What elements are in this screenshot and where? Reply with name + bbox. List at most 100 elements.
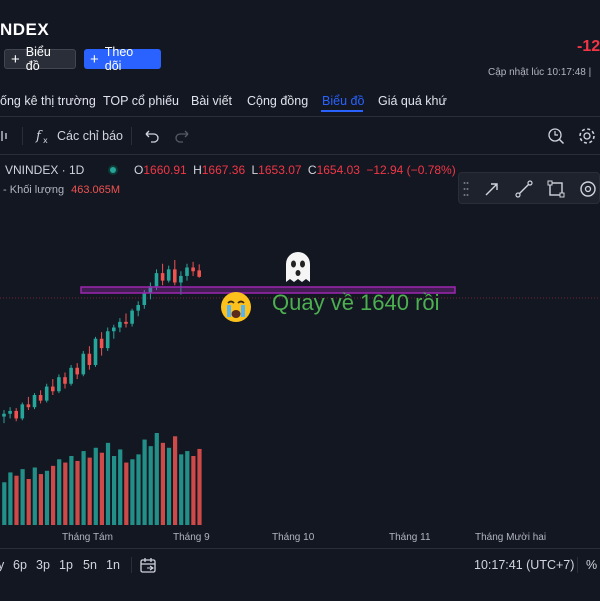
ghost-icon[interactable] [280,250,316,286]
follow-button[interactable]: + Theo dõi [84,45,161,73]
close-value: 1654.03 [316,163,360,177]
redo-icon[interactable] [174,128,192,144]
time-label: Tháng Mười hai [475,532,547,543]
rectangle-icon[interactable] [547,180,565,198]
candle-body [130,310,134,324]
page-title: NDEX [0,20,50,39]
range-1m[interactable]: 1p [59,558,73,572]
indicator-template-icon[interactable] [0,128,12,144]
bottom-divider [577,557,578,573]
range-1d[interactable]: 1n [106,558,120,572]
search-settings-icon[interactable] [546,126,566,146]
high-value: 1667.36 [201,163,246,177]
candle-body [2,413,6,417]
candle-body [57,377,61,392]
volume-bar [2,482,7,525]
volume-bar [51,465,56,525]
toolbar-divider [131,127,132,145]
volume-bar [148,446,153,525]
range-6m[interactable]: 6p [13,558,27,572]
tab-history-price[interactable]: Giá quá khứ [378,94,447,108]
volume-bar [160,442,165,525]
candle-body [75,367,79,375]
tab-posts[interactable]: Bài viết [191,94,232,108]
candle-body [14,410,18,419]
indicators-button[interactable]: Các chỉ báo [57,129,123,143]
eye-icon[interactable] [579,180,597,198]
candle-body [142,292,147,305]
chart-button-label: Biểu đồ [25,45,51,73]
range-5d[interactable]: 5n [83,558,97,572]
svg-text:f: f [35,129,43,144]
candle-body [197,270,201,277]
volume-bar [185,451,190,525]
candle-body [81,353,86,375]
active-tab-indicator [321,110,363,112]
chart-button[interactable]: + Biểu đồ [4,45,76,73]
chart-pane[interactable] [0,155,600,548]
tab-chart[interactable]: Biểu đồ [322,94,364,108]
drawing-toolbar [458,172,600,204]
plus-icon: + [11,50,20,68]
candle-body [93,338,98,365]
volume-bar [20,469,25,525]
candle-body [124,321,128,324]
candle-body [118,321,122,328]
candle-body [112,327,116,332]
function-icon[interactable]: f x [34,127,52,145]
time-axis[interactable]: Tháng Tám Tháng 9 Tháng 10 Tháng 11 Thán… [0,528,600,548]
tab-community[interactable]: Cộng đồng [247,94,308,108]
time-label: Tháng 11 [389,532,431,543]
annotation-text[interactable]: Quay về 1640 rồi [272,290,440,316]
follow-button-label: Theo dõi [104,45,134,73]
undo-icon[interactable] [142,128,160,144]
volume-bar [99,452,104,525]
clock: 10:17:41 (UTC+7) [474,558,575,572]
low-value: 1653.07 [258,163,302,177]
candle-body [69,367,73,384]
gear-icon[interactable] [577,126,597,146]
range-3m[interactable]: 3p [36,558,50,572]
candle-body [99,338,104,349]
open-value: 1660.91 [143,163,187,177]
volume-bar [130,459,135,525]
candle-body [87,353,92,365]
candle-body [20,404,25,419]
tab-market-stats[interactable]: ống kê thị trường [0,94,96,108]
volume-bar [38,474,43,525]
volume-bar [112,456,117,525]
range-all[interactable]: y [0,558,4,572]
updated-time: Cập nhật lúc 10:17:48 | [488,67,592,78]
line-icon[interactable] [515,180,533,198]
candle-body [160,273,165,281]
volume-bar [191,456,196,525]
drag-handle-icon[interactable] [463,180,469,198]
bottom-bar [0,548,600,601]
tab-top-stocks[interactable]: TOP cổ phiếu [103,94,179,108]
legend-symbol[interactable]: VNINDEX · 1D [5,163,84,177]
volume-bar [118,449,123,525]
volume-bar [197,448,202,525]
candle-body [179,275,183,283]
volume-bar [179,454,184,525]
calendar-icon[interactable] [139,556,157,574]
candle-body [44,386,49,401]
market-status-icon [108,165,118,175]
candle-body [26,404,31,408]
volume-bar [166,447,172,525]
volume-bar [69,456,74,525]
percent-toggle[interactable]: % [586,558,597,572]
volume-bar [136,454,141,525]
candle-body [136,305,140,311]
volume-bar [26,479,31,525]
candle-body [8,410,12,414]
crying-face-icon[interactable] [218,289,254,325]
candle-body [32,395,37,408]
svg-text:x: x [43,136,48,145]
time-label: Tháng 9 [173,532,210,543]
volume-bar [87,457,92,525]
legend-ohlc: O1660.91 H1667.36 L1653.07 C1654.03 −12.… [134,163,456,177]
volume-bar [142,439,147,525]
arrow-icon[interactable] [483,180,501,198]
candlestick-chart[interactable] [0,155,600,528]
